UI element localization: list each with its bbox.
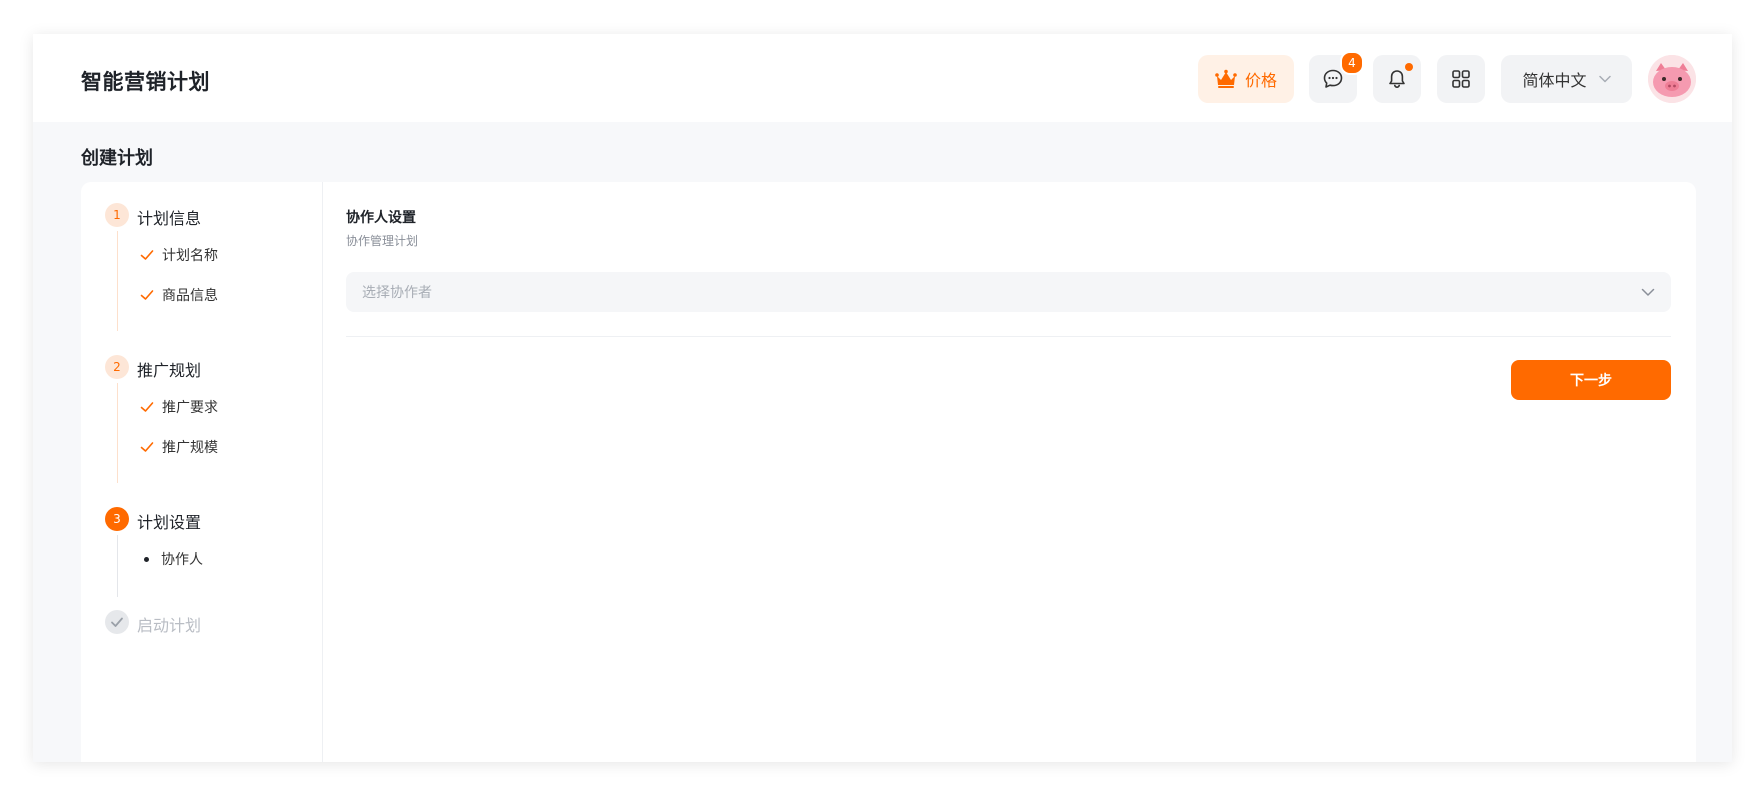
bell-icon [1389,70,1405,89]
collaborator-settings: 协作人设置 协作管理计划 选择协作者 下一步 [346,182,1696,762]
step-3-connector [117,535,118,597]
create-plan-card: 1 计划信息 计划名称 商品信息 2 推广规划 推广要求 推广规模 3 计划设置… [81,182,1696,762]
language-selector[interactable]: 简体中文 [1501,55,1632,103]
page-title: 创建计划 [81,148,153,169]
collaborator-select[interactable]: 选择协作者 [346,272,1671,312]
notifications-button[interactable] [1373,55,1421,103]
bullet-dot [144,556,149,562]
step-2-sub-2[interactable]: 推广规模 [140,437,218,457]
step-3-sub-1[interactable]: 协作人 [140,549,203,569]
check-icon [140,290,154,300]
step-2-sub-1[interactable]: 推广要求 [140,397,218,417]
top-header: 智能营销计划 价格 4 简体中文 [33,34,1732,122]
step-1-sub-2[interactable]: 商品信息 [140,285,218,305]
step-2-sub-1-label: 推广要求 [162,400,218,416]
step-1-sub-1[interactable]: 计划名称 [140,245,218,265]
next-step-button[interactable]: 下一步 [1511,360,1671,400]
step-4-title: 启动计划 [137,616,202,635]
section-divider [346,336,1671,337]
app-title: 智能营销计划 [81,70,210,94]
step-1-title[interactable]: 计划信息 [137,205,201,229]
user-avatar[interactable] [1648,55,1696,103]
chevron-down-icon [1641,288,1655,296]
step-2-title[interactable]: 推广规划 [137,357,201,381]
notification-dot [1405,63,1413,71]
chevron-down-icon [1598,75,1611,83]
check-icon [140,250,154,260]
pig-avatar-icon [1648,55,1696,103]
crown-icon [1215,69,1237,88]
step-2-number: 2 [105,355,129,379]
price-label: 价格 [1244,71,1277,90]
step-3-title[interactable]: 计划设置 [137,509,201,533]
step-3-number: 3 [105,507,129,531]
chat-bubble-icon [1323,69,1343,88]
step-3-sub-1-label: 协作人 [161,552,203,568]
language-label: 简体中文 [1522,71,1587,90]
steps-sidebar: 1 计划信息 计划名称 商品信息 2 推广规划 推广要求 推广规模 3 计划设置… [81,182,323,762]
step-2-sub-2-label: 推广规模 [162,440,218,456]
price-button[interactable]: 价格 [1198,55,1294,103]
check-icon [111,617,123,627]
app-window: 智能营销计划 价格 4 简体中文 创建计划 1 计划信息 计划名称 商品信息 2… [33,34,1732,762]
apps-button[interactable] [1437,55,1485,103]
step-1-sub-1-label: 计划名称 [162,248,218,264]
section-subtitle: 协作管理计划 [346,234,419,248]
step-1-sub-2-label: 商品信息 [162,288,218,304]
message-count-badge: 4 [1340,51,1364,75]
step-1-number: 1 [105,203,129,227]
check-icon [140,402,154,412]
section-title: 协作人设置 [346,210,416,226]
step-2-connector [117,383,118,483]
step-4-status [105,610,129,634]
grid-icon [1452,70,1470,88]
step-1-connector [117,231,118,331]
collaborator-select-placeholder: 选择协作者 [362,285,432,301]
check-icon [140,442,154,452]
